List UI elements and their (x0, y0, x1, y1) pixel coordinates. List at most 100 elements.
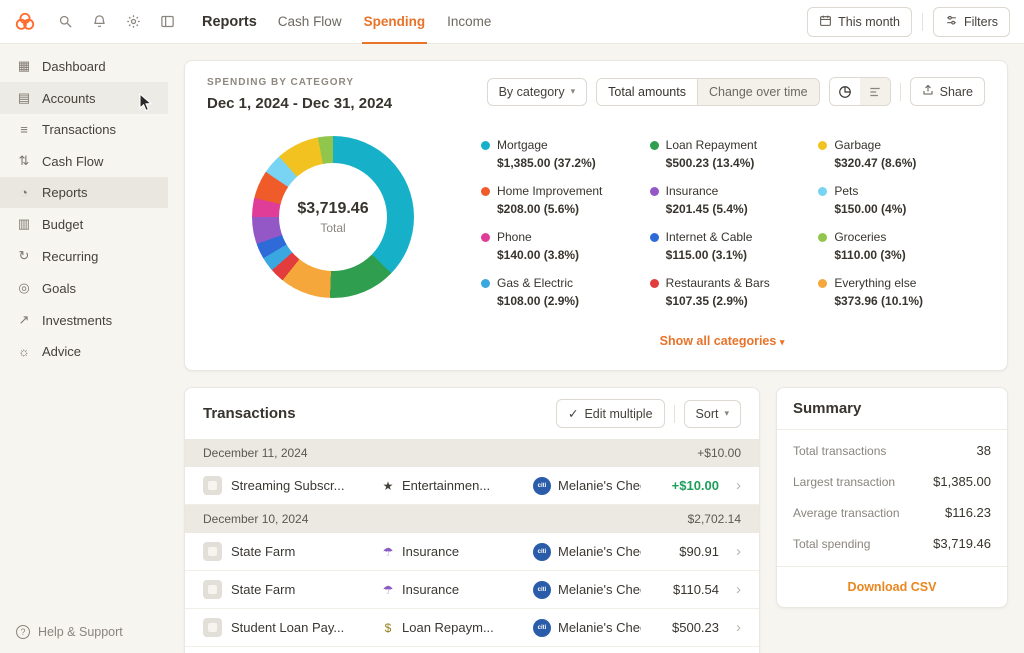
sort-button[interactable]: Sort ▾ (684, 400, 741, 428)
settings-gear-icon[interactable] (120, 9, 146, 35)
pie-chart-toggle-icon[interactable] (830, 78, 860, 105)
legend-name: Loan Repayment (666, 138, 757, 152)
transaction-row[interactable]: Streaming Subscr... ★ Entertainmen... ci… (185, 467, 759, 505)
bar-list-toggle-icon[interactable] (860, 78, 890, 105)
category-name: Entertainmen... (402, 478, 490, 493)
transaction-row[interactable]: HOA Monthly Dues ♻ Garbage citi Melanie'… (185, 647, 759, 653)
sidebar-item-label: Budget (42, 217, 83, 232)
sort-label: Sort (696, 407, 719, 421)
citi-bank-icon: citi (533, 477, 551, 495)
sidebar-item-goals[interactable]: ◎ Goals (0, 272, 168, 304)
sidebar-item-budget[interactable]: ▥ Budget (0, 208, 168, 240)
edit-multiple-button[interactable]: ✓ Edit multiple (556, 399, 665, 428)
chevron-right-icon: › (719, 477, 741, 494)
account-name: Melanie's Check... (558, 582, 641, 597)
help-support-link[interactable]: ? Help & Support (16, 625, 123, 639)
sidebar-item-recurring[interactable]: ↻ Recurring (0, 240, 168, 272)
legend-item-loan-repayment[interactable]: Loan Repayment $500.23 (13.4%) (650, 138, 811, 170)
account-cell: citi Melanie's Check... (533, 581, 641, 599)
tab-income[interactable]: Income (447, 0, 491, 44)
check-icon: ✓ (568, 406, 578, 421)
legend-dot (481, 233, 490, 242)
legend-amount: $107.35 (2.9%) (666, 294, 811, 308)
notifications-bell-icon[interactable] (86, 9, 112, 35)
edit-multiple-label: Edit multiple (584, 407, 652, 421)
sidebar-item-cash-flow[interactable]: ⇅ Cash Flow (0, 145, 168, 177)
legend-amount: $373.96 (10.1%) (834, 294, 979, 308)
by-category-label: By category (499, 85, 565, 99)
category-name: Insurance (402, 582, 459, 597)
by-category-dropdown[interactable]: By category ▾ (487, 78, 588, 106)
legend-item-internet-cable[interactable]: Internet & Cable $115.00 (3.1%) (650, 230, 811, 262)
legend-item-insurance[interactable]: Insurance $201.45 (5.4%) (650, 184, 811, 216)
donut-chart[interactable]: $3,719.46 Total (252, 136, 414, 298)
search-icon[interactable] (52, 9, 78, 35)
summary-value: $116.23 (945, 505, 991, 520)
sidebar-item-reports[interactable]: ◔ Reports (0, 177, 168, 208)
merchant-logo-icon (203, 542, 222, 561)
transaction-row[interactable]: State Farm ☂ Insurance citi Melanie's Ch… (185, 571, 759, 609)
download-csv-link[interactable]: Download CSV (777, 566, 1007, 607)
sidebar-item-accounts[interactable]: ▤ Accounts (0, 82, 168, 114)
legend-item-mortgage[interactable]: Mortgage $1,385.00 (37.2%) (481, 138, 642, 170)
loan-repayment-icon: $ (381, 621, 395, 635)
sidebar-item-advice[interactable]: ☼ Advice (0, 336, 168, 367)
legend-item-restaurants-bars[interactable]: Restaurants & Bars $107.35 (2.9%) (650, 276, 811, 308)
date-range-button[interactable]: This month (807, 7, 912, 37)
filters-button[interactable]: Filters (933, 7, 1010, 37)
transaction-row[interactable]: Student Loan Pay... $ Loan Repaym... cit… (185, 609, 759, 647)
total-amounts-toggle[interactable]: Total amounts (597, 79, 697, 105)
legend-item-groceries[interactable]: Groceries $110.00 (3%) (818, 230, 979, 262)
summary-row-average-transaction: Average transaction $116.23 (777, 497, 1007, 528)
sidebar-item-investments[interactable]: ↗ Investments (0, 304, 168, 336)
help-support-label: Help & Support (38, 625, 123, 639)
merchant-name: State Farm (231, 544, 295, 559)
citi-bank-icon: citi (533, 581, 551, 599)
insurance-icon: ☂ (381, 545, 395, 559)
sidebar-item-label: Goals (42, 281, 76, 296)
category-name: Insurance (402, 544, 459, 559)
legend-item-garbage[interactable]: Garbage $320.47 (8.6%) (818, 138, 979, 170)
divider (900, 83, 901, 101)
amounts-toggle-group: Total amounts Change over time (596, 78, 820, 106)
legend-item-home-improvement[interactable]: Home Improvement $208.00 (5.6%) (481, 184, 642, 216)
change-over-time-toggle[interactable]: Change over time (697, 79, 819, 105)
summary-row-total-spending: Total spending $3,719.46 (777, 528, 1007, 559)
legend-name: Garbage (834, 138, 881, 152)
transaction-row[interactable]: State Farm ☂ Insurance citi Melanie's Ch… (185, 533, 759, 571)
share-button[interactable]: Share (910, 77, 985, 106)
merchant-cell: Student Loan Pay... (203, 618, 381, 637)
merchant-name: State Farm (231, 582, 295, 597)
transaction-amount: $500.23 (641, 620, 719, 635)
summary-row-total-transactions: Total transactions 38 (777, 435, 1007, 466)
show-all-categories-link[interactable]: Show all categories ▾ (660, 334, 785, 348)
category-cell: $ Loan Repaym... (381, 620, 533, 635)
tab-spending[interactable]: Spending (364, 0, 426, 44)
legend-item-pets[interactable]: Pets $150.00 (4%) (818, 184, 979, 216)
legend-name: Restaurants & Bars (666, 276, 770, 290)
legend-amount: $140.00 (3.8%) (497, 248, 642, 262)
category-cell: ★ Entertainmen... (381, 478, 533, 493)
legend-item-everything-else[interactable]: Everything else $373.96 (10.1%) (818, 276, 979, 308)
legend-item-phone[interactable]: Phone $140.00 (3.8%) (481, 230, 642, 262)
account-cell: citi Melanie's Check... (533, 543, 641, 561)
show-all-label: Show all categories (660, 334, 777, 348)
legend-dot (650, 279, 659, 288)
sidebar-item-transactions[interactable]: ≡ Transactions (0, 114, 168, 145)
donut-center: $3,719.46 Total (252, 136, 414, 298)
summary-label: Average transaction (793, 506, 900, 520)
chevron-down-icon: ▾ (571, 86, 576, 97)
monarch-logo-icon[interactable] (14, 11, 36, 33)
sidebar-toggle-icon[interactable] (154, 9, 180, 35)
sidebar-item-dashboard[interactable]: ▦ Dashboard (0, 50, 168, 82)
legend-amount: $208.00 (5.6%) (497, 202, 642, 216)
legend-item-gas-electric[interactable]: Gas & Electric $108.00 (2.9%) (481, 276, 642, 308)
merchant-logo-icon (203, 618, 222, 637)
cash-flow-icon: ⇅ (16, 153, 32, 169)
tab-cash-flow[interactable]: Cash Flow (278, 0, 342, 44)
legend-dot (818, 187, 827, 196)
filters-label: Filters (964, 15, 998, 29)
summary-row-largest-transaction: Largest transaction $1,385.00 (777, 466, 1007, 497)
share-icon (922, 84, 934, 99)
dashboard-icon: ▦ (16, 58, 32, 74)
